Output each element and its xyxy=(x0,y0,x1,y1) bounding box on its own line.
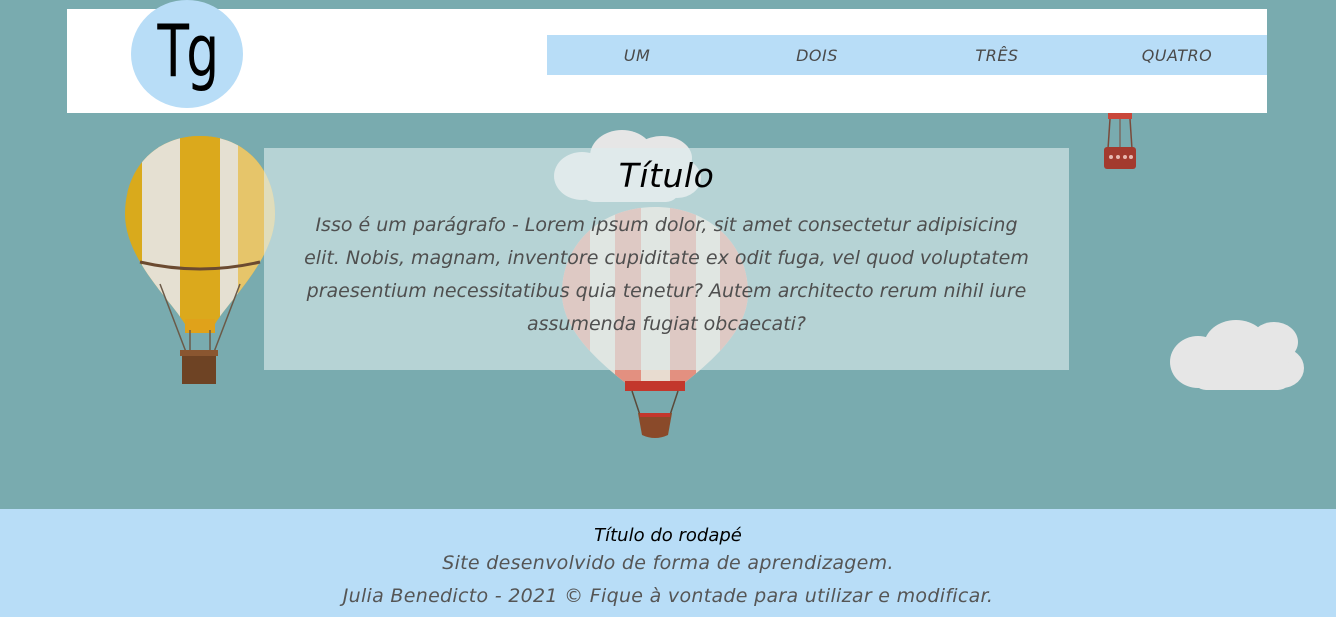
nav-item-dois[interactable]: DOIS xyxy=(727,35,907,75)
cloud-illustration xyxy=(1170,320,1304,390)
site-footer: Título do rodapé Site desenvolvido de fo… xyxy=(0,509,1336,617)
nav-item-um[interactable]: UM xyxy=(547,35,727,75)
footer-line-2: Julia Benedicto - 2021 © Fique à vontade… xyxy=(342,585,994,607)
logo[interactable]: Tg xyxy=(131,0,243,108)
yellow-balloon-illustration xyxy=(125,136,275,384)
nav-item-quatro[interactable]: QUATRO xyxy=(1087,35,1267,75)
main-nav: UM DOIS TRÊS QUATRO xyxy=(547,35,1267,75)
nav-item-tres[interactable]: TRÊS xyxy=(907,35,1087,75)
page-title: Título xyxy=(618,156,715,195)
content-paragraph: Isso é um parágrafo - Lorem ipsum dolor,… xyxy=(304,214,1029,335)
logo-text: Tg xyxy=(157,9,220,93)
content-card: Título Isso é um parágrafo - Lorem ipsum… xyxy=(264,148,1069,370)
footer-line-1: Site desenvolvido de forma de aprendizag… xyxy=(442,552,894,574)
footer-title: Título do rodapé xyxy=(594,525,742,546)
site-header: Tg UM DOIS TRÊS QUATRO xyxy=(67,0,1267,113)
small-balloon-illustration xyxy=(1104,113,1136,169)
